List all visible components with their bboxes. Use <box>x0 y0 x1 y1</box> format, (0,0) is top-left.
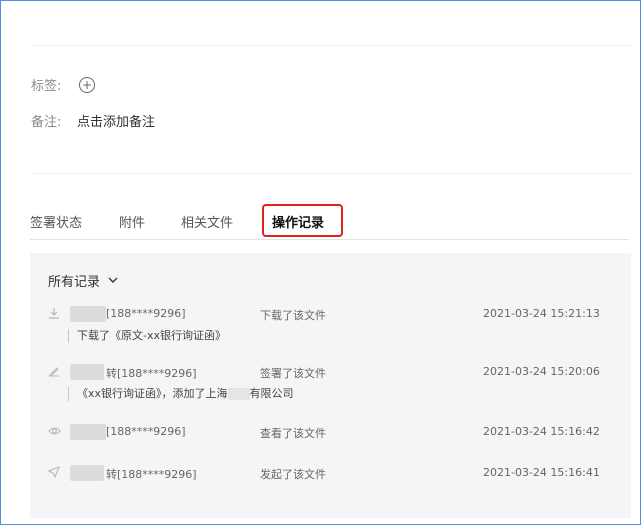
record-action: 下载了该文件 <box>260 309 326 322</box>
redacted-company <box>227 388 250 400</box>
redacted-name <box>70 364 104 380</box>
record-time: 2021-03-24 15:16:42 <box>483 425 600 438</box>
record-time: 2021-03-24 15:16:41 <box>483 466 600 479</box>
tags-label: 标签: <box>31 79 62 94</box>
add-tag-plus-icon[interactable]: + <box>79 76 95 93</box>
redacted-name <box>70 424 106 440</box>
record-detail-tail: 有限公司 <box>249 387 294 400</box>
redacted-name <box>70 465 104 481</box>
record-user: 转[188****9296] <box>106 468 197 481</box>
document-detail-panel: 标签: + 备注: 点击添加备注 签署状态 附件 相关文件 操作记录 所有记录 … <box>0 0 641 525</box>
record-user: [188****9296] <box>106 425 186 438</box>
record-user: [188****9296] <box>106 307 186 320</box>
record-detail-text: 《xx银行询证函》，添加了上海 <box>77 387 228 400</box>
records-filter-dropdown[interactable]: 所有记录 <box>48 271 118 290</box>
download-icon <box>47 307 61 321</box>
divider <box>30 45 632 46</box>
remark-row: 备注: 点击添加备注 <box>31 111 155 130</box>
record-user: 转[188****9296] <box>106 367 197 380</box>
tab-attachments[interactable]: 附件 <box>119 212 145 231</box>
tags-row: 标签: + <box>31 75 95 94</box>
record-action: 签署了该文件 <box>260 367 326 380</box>
record-detail: 《xx银行询证函》，添加了上海 有限公司 <box>68 387 294 401</box>
tab-sign-status[interactable]: 签署状态 <box>30 212 82 231</box>
send-icon <box>47 466 61 480</box>
divider <box>30 173 632 174</box>
sign-icon <box>47 365 61 379</box>
record-detail: 下载了《原文-xx银行询证函》 <box>68 329 226 343</box>
highlight-annotation-box <box>262 204 343 237</box>
record-action: 发起了该文件 <box>260 468 326 481</box>
remark-label: 备注: <box>31 115 62 130</box>
record-time: 2021-03-24 15:21:13 <box>483 307 600 320</box>
filter-label: 所有记录 <box>48 275 101 290</box>
record-time: 2021-03-24 15:20:06 <box>483 365 600 378</box>
records-panel: 所有记录 [188****9296] 下载了该文件 2021-03-24 15:… <box>30 253 631 518</box>
chevron-down-icon <box>108 274 118 287</box>
add-remark-link[interactable]: 点击添加备注 <box>77 111 155 130</box>
redacted-name <box>70 306 106 322</box>
eye-icon <box>47 425 61 439</box>
record-action: 查看了该文件 <box>260 427 326 440</box>
tab-related-files[interactable]: 相关文件 <box>181 212 233 231</box>
